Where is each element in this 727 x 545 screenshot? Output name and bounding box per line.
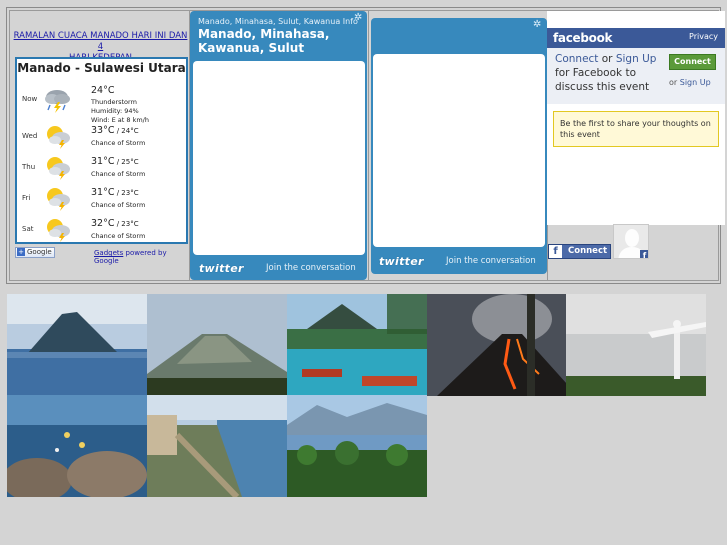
or-signup: or Sign Up	[669, 78, 711, 87]
weather-now-humidity: Humidity: 94%	[91, 107, 139, 115]
weather-day: Wed	[22, 132, 38, 140]
thunderstorm-icon	[43, 87, 73, 113]
facebook-comments-widget: facebook Privacy Connect or Sign Up for …	[547, 11, 725, 225]
weather-temp: 31°C / 25°C	[91, 156, 139, 167]
weather-now-temp: 24°C	[91, 85, 115, 96]
gadgets-link[interactable]: Gadgets	[94, 249, 123, 257]
signup-link[interactable]: Sign Up	[616, 53, 657, 65]
facebook-connect-label: Connect	[568, 246, 608, 256]
photo-island-volcano-sea[interactable]	[7, 294, 147, 396]
weather-high: 31°C	[91, 187, 115, 198]
loading-spinner-icon: ✲	[533, 19, 542, 30]
photo-erupting-volcano[interactable]	[427, 294, 567, 396]
weather-low: 23°C	[121, 220, 139, 228]
weather-condition: Chance of Storm	[91, 139, 146, 147]
svg-text:f: f	[643, 251, 647, 259]
photo-coral-reef[interactable]	[7, 395, 147, 497]
default-avatar-icon: f	[613, 224, 649, 259]
weather-location-title: Manado - Sulawesi Utara	[17, 61, 186, 75]
twitter-widget-2: ✲ twitter Join the conversation	[371, 18, 547, 274]
weather-high: 33°C	[91, 125, 115, 136]
weather-low: 23°C	[121, 189, 139, 197]
weather-row-forecast: Thu 31°C / 25°C Chance of Storm	[17, 152, 186, 182]
weather-link-line1[interactable]: RAMALAN CUACA MANADO HARI INI DAN 4	[10, 31, 191, 53]
plus-icon: +	[17, 248, 25, 256]
twitter-cell-2: ✲ twitter Join the conversation	[368, 10, 548, 281]
chance-of-storm-icon	[43, 154, 73, 180]
weather-day: Fri	[22, 194, 31, 202]
or-prefix: or	[669, 78, 680, 87]
twitter-join-link[interactable]: Join the conversation	[446, 256, 536, 266]
weather-low: 25°C	[121, 158, 139, 166]
weather-day: Sat	[22, 225, 34, 233]
weather-condition: Chance of Storm	[91, 232, 146, 240]
facebook-connect-text: Connect or Sign Up for Facebook to discu…	[555, 52, 667, 100]
twitter-cell-1: ✲ Manado, Minahasa, Sulut, Kawanua Info …	[189, 10, 369, 281]
twitter-widget-1: ✲ Manado, Minahasa, Sulut, Kawanua Info …	[190, 11, 367, 280]
twitter-timeline[interactable]	[373, 54, 545, 247]
weather-condition: Chance of Storm	[91, 201, 146, 209]
twitter-title-line1: Manado, Minahasa,	[198, 27, 330, 41]
twitter-logo[interactable]: twitter	[379, 255, 424, 268]
twitter-logo[interactable]: twitter	[199, 262, 244, 275]
facebook-f-icon: f	[549, 245, 562, 258]
connect-button[interactable]: Connect	[669, 54, 716, 70]
photo-palm-forest-bay[interactable]	[287, 395, 427, 497]
connect-text-rest: for Facebook to discuss this event	[555, 67, 650, 93]
weather-temp: 33°C / 24°C	[91, 125, 139, 136]
weather-low: 24°C	[121, 127, 139, 135]
weather-day: Thu	[22, 163, 36, 171]
photo-volcano-mountain[interactable]	[147, 294, 287, 396]
photo-coastal-boulevard[interactable]	[147, 395, 287, 497]
chance-of-storm-icon	[43, 123, 73, 149]
facebook-header: facebook Privacy	[547, 28, 725, 48]
twitter-title-line2: Kawanua, Sulut	[198, 41, 305, 55]
weather-day: Now	[22, 95, 38, 103]
weather-temp: 31°C / 23°C	[91, 187, 139, 198]
chance-of-storm-icon	[43, 216, 73, 242]
weather-condition: Chance of Storm	[91, 170, 146, 178]
first-comment-notice: Be the first to share your thoughts on t…	[553, 111, 719, 147]
weather-row-now: Now 24°C Thunderstorm Humidity: 94% Wind…	[17, 81, 186, 124]
google-badge-label: Google	[27, 248, 52, 256]
twitter-title: Manado, Minahasa, Kawanua, Sulut	[198, 27, 329, 55]
facebook-connect-button[interactable]: f Connect	[548, 244, 611, 259]
gadgets-powered-by: Gadgets powered by Google	[94, 249, 190, 265]
chance-of-storm-icon	[43, 185, 73, 211]
twitter-join-link[interactable]: Join the conversation	[266, 263, 356, 273]
connect-link[interactable]: Connect	[555, 53, 598, 65]
facebook-connect-area: Connect or Sign Up for Facebook to discu…	[547, 48, 725, 104]
or-signup-link[interactable]: Sign Up	[680, 78, 711, 87]
twitter-timeline[interactable]	[193, 61, 365, 255]
weather-row-forecast: Sat 32°C / 23°C Chance of Storm	[17, 214, 186, 244]
weather-temp: 32°C / 23°C	[91, 218, 139, 229]
weather-widget: Manado - Sulawesi Utara Now 24°C Thunder…	[15, 57, 188, 244]
weather-high: 32°C	[91, 218, 115, 229]
weather-now-condition: Thunderstorm	[91, 98, 137, 106]
weather-row-forecast: Wed 33°C / 24°C Chance of Storm	[17, 121, 186, 151]
privacy-link[interactable]: Privacy	[689, 32, 718, 41]
weather-high: 31°C	[91, 156, 115, 167]
photo-boats-lagoon[interactable]	[287, 294, 427, 396]
or-text: or	[598, 53, 616, 65]
weather-row-forecast: Fri 31°C / 23°C Chance of Storm	[17, 183, 186, 213]
twitter-subtitle: Manado, Minahasa, Sulut, Kawanua Info	[198, 17, 358, 26]
weather-cell: RAMALAN CUACA MANADO HARI INI DAN 4 HARI…	[9, 10, 191, 281]
facebook-logo[interactable]: facebook	[553, 31, 613, 45]
photo-jesus-statue[interactable]	[566, 294, 706, 396]
add-to-google-button[interactable]: + Google	[15, 247, 55, 258]
